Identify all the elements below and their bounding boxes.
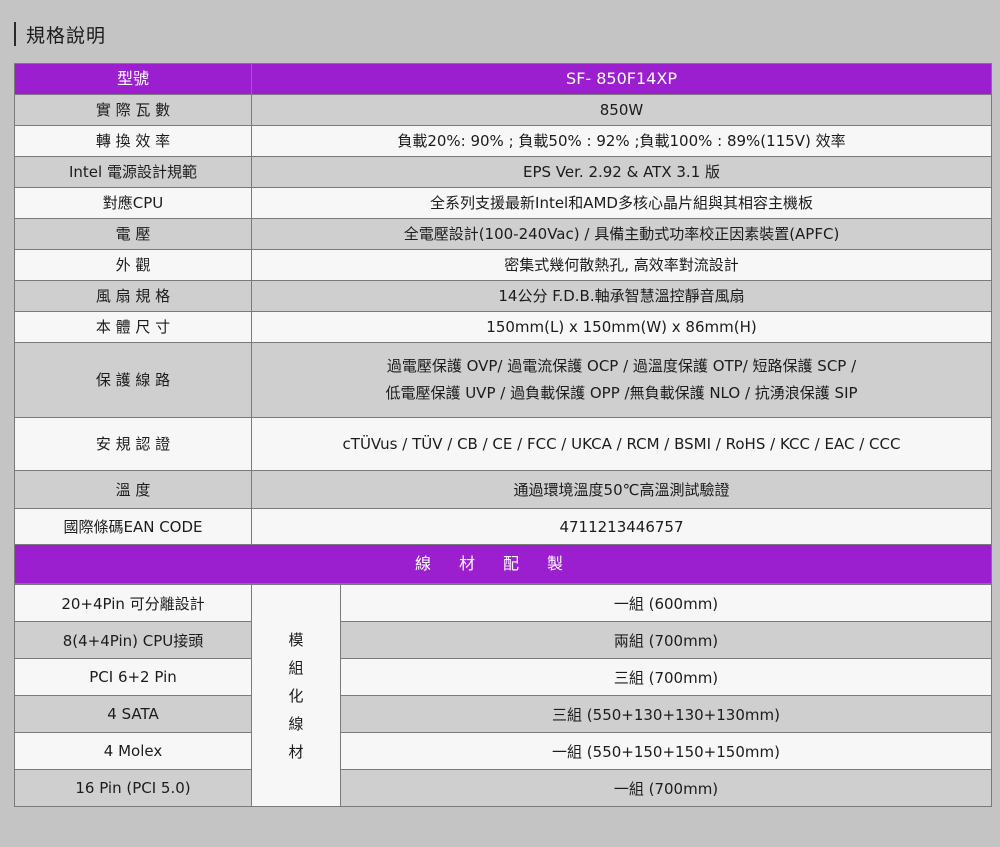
cable-connector: 4 Molex (14, 732, 252, 770)
spec-label: 本 體 尺 寸 (14, 311, 252, 343)
spec-value: 全電壓設計(100-240Vac) / 具備主動式功率校正因素裝置(APFC) (251, 218, 992, 250)
spec-row-protection: 保 護 線 路 過電壓保護 OVP/ 過電流保護 OCP / 過溫度保護 OTP… (14, 342, 992, 418)
spec-label: 保 護 線 路 (14, 342, 252, 418)
title-accent-bar (14, 22, 16, 46)
spec-label: 實 際 瓦 數 (14, 94, 252, 126)
spec-value: 全系列支援最新Intel和AMD多核心晶片組與其相容主機板 (251, 187, 992, 219)
cable-spec: 一組 (700mm) (340, 769, 992, 807)
modular-cable-label: 模組化線材 (251, 584, 341, 807)
cable-connector: 4 SATA (14, 695, 252, 733)
cable-spec: 兩組 (700mm) (340, 621, 992, 659)
spec-row-temperature: 溫 度 通過環境溫度50℃高溫測試驗證 (14, 470, 992, 509)
spec-value: EPS Ver. 2.92 & ATX 3.1 版 (251, 156, 992, 188)
cable-connector: 16 Pin (PCI 5.0) (14, 769, 252, 807)
model-value: SF- 850F14XP (251, 63, 992, 95)
spec-row-appearance: 外 觀 密集式幾何散熱孔, 高效率對流設計 (14, 249, 992, 281)
spec-header-row: 型號 SF- 850F14XP (14, 63, 992, 95)
spec-label: 對應CPU (14, 187, 252, 219)
cable-table: 20+4Pin 可分離設計 模組化線材 一組 (600mm) 8(4+4Pin)… (14, 584, 992, 807)
cable-row: 16 Pin (PCI 5.0) 一組 (700mm) (14, 769, 992, 807)
spec-row-dimensions: 本 體 尺 寸 150mm(L) x 150mm(W) x 86mm(H) (14, 311, 992, 343)
cable-row: 4 SATA 三組 (550+130+130+130mm) (14, 695, 992, 733)
spec-row-wattage: 實 際 瓦 數 850W (14, 94, 992, 126)
cable-connector: PCI 6+2 Pin (14, 658, 252, 696)
section-title: 規格說明 (26, 24, 107, 47)
spec-label: 國際條碼EAN CODE (14, 508, 252, 545)
cable-row: 8(4+4Pin) CPU接頭 兩組 (700mm) (14, 621, 992, 659)
spec-value: 密集式幾何散熱孔, 高效率對流設計 (251, 249, 992, 281)
spec-value: 850W (251, 94, 992, 126)
spec-label: 風 扇 規 格 (14, 280, 252, 312)
spec-label: 電 壓 (14, 218, 252, 250)
spec-row-cpu: 對應CPU 全系列支援最新Intel和AMD多核心晶片組與其相容主機板 (14, 187, 992, 219)
spec-label: Intel 電源設計規範 (14, 156, 252, 188)
spec-row-efficiency: 轉 換 效 率 負載20%: 90% ; 負載50% : 92% ;負載100%… (14, 125, 992, 157)
spec-row-ean: 國際條碼EAN CODE 4711213446757 (14, 508, 992, 545)
protection-line-1: 過電壓保護 OVP/ 過電流保護 OCP / 過溫度保護 OTP/ 短路保護 S… (386, 357, 857, 375)
modular-cable-text: 模組化線材 (288, 630, 304, 761)
spec-label: 溫 度 (14, 470, 252, 509)
spec-row-voltage: 電 壓 全電壓設計(100-240Vac) / 具備主動式功率校正因素裝置(AP… (14, 218, 992, 250)
spec-row-intel-spec: Intel 電源設計規範 EPS Ver. 2.92 & ATX 3.1 版 (14, 156, 992, 188)
protection-line-2: 低電壓保護 UVP / 過負載保護 OPP /無負載保護 NLO / 抗湧浪保護… (385, 384, 858, 402)
cable-row: 4 Molex 一組 (550+150+150+150mm) (14, 732, 992, 770)
cable-row: PCI 6+2 Pin 三組 (700mm) (14, 658, 992, 696)
spec-value: cTÜVus / TÜV / CB / CE / FCC / UKCA / RC… (251, 417, 992, 471)
spec-table: 型號 SF- 850F14XP 實 際 瓦 數 850W 轉 換 效 率 負載2… (14, 63, 992, 584)
cable-connector: 8(4+4Pin) CPU接頭 (14, 621, 252, 659)
model-label: 型號 (14, 63, 252, 95)
cable-row: 20+4Pin 可分離設計 模組化線材 一組 (600mm) (14, 584, 992, 807)
spec-value: 14公分 F.D.B.軸承智慧溫控靜音風扇 (251, 280, 992, 312)
spec-label: 安 規 認 證 (14, 417, 252, 471)
cable-spec: 一組 (600mm) (340, 584, 992, 622)
spec-value: 負載20%: 90% ; 負載50% : 92% ;負載100% : 89%(1… (251, 125, 992, 157)
cable-header: 線材配製 (14, 544, 992, 584)
spec-value: 通過環境溫度50℃高溫測試驗證 (251, 470, 992, 509)
cable-connector: 20+4Pin 可分離設計 (14, 584, 252, 622)
spec-row-fan: 風 扇 規 格 14公分 F.D.B.軸承智慧溫控靜音風扇 (14, 280, 992, 312)
spec-value: 4711213446757 (251, 508, 992, 545)
section-heading: 規格說明 (14, 20, 106, 48)
cable-spec: 三組 (700mm) (340, 658, 992, 696)
spec-value: 150mm(L) x 150mm(W) x 86mm(H) (251, 311, 992, 343)
cable-spec: 一組 (550+150+150+150mm) (340, 732, 992, 770)
spec-label: 轉 換 效 率 (14, 125, 252, 157)
cable-header-row: 線材配製 (14, 544, 992, 584)
spec-row-certification: 安 規 認 證 cTÜVus / TÜV / CB / CE / FCC / U… (14, 417, 992, 471)
spec-value: 過電壓保護 OVP/ 過電流保護 OCP / 過溫度保護 OTP/ 短路保護 S… (251, 342, 992, 418)
cable-spec: 三組 (550+130+130+130mm) (340, 695, 992, 733)
spec-label: 外 觀 (14, 249, 252, 281)
